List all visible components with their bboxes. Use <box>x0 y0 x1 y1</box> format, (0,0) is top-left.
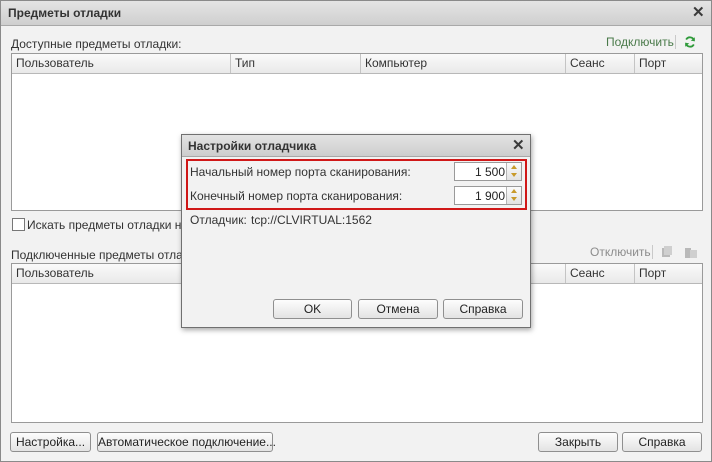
debugger-settings-dialog: Настройки отладчика ✕ Начальный номер по… <box>181 134 531 328</box>
spin-down-icon[interactable] <box>511 173 517 177</box>
help-button[interactable]: Справка <box>622 432 702 452</box>
refresh-icon[interactable] <box>684 36 696 48</box>
column-port[interactable]: Порт <box>635 264 702 283</box>
connected-items-label: Подключенные предметы отладк <box>11 248 196 262</box>
end-port-field[interactable]: 1 900 <box>454 186 522 205</box>
available-items-label: Доступные предметы отладки: <box>11 37 182 51</box>
disconnect-link[interactable]: Отключить <box>590 245 651 259</box>
dialog-titlebar: Настройки отладчика ✕ <box>182 135 530 157</box>
debugger-label: Отладчик: <box>190 213 247 227</box>
dialog-help-button[interactable]: Справка <box>443 299 523 319</box>
spin-up-icon[interactable] <box>511 189 517 193</box>
window-titlebar: Предметы отладки ✕ <box>1 1 711 26</box>
start-port-field[interactable]: 1 500 <box>454 162 522 181</box>
debugger-address: tcp://CLVIRTUAL:1562 <box>251 213 372 227</box>
spin-up-icon[interactable] <box>511 165 517 169</box>
column-session[interactable]: Сеанс <box>566 54 635 73</box>
search-items-checkbox-label: Искать предметы отладки на у <box>27 218 198 232</box>
paste-icon[interactable] <box>685 246 697 258</box>
end-port-value: 1 900 <box>474 189 505 203</box>
column-port[interactable]: Порт <box>635 54 702 73</box>
start-port-value: 1 500 <box>474 165 505 179</box>
settings-button[interactable]: Настройка... <box>10 432 91 452</box>
column-user[interactable]: Пользователь <box>12 54 231 73</box>
available-table-header: Пользователь Тип Компьютер Сеанс Порт <box>12 54 702 74</box>
window-close-icon[interactable]: ✕ <box>692 5 705 20</box>
auto-connect-button[interactable]: Автоматическое подключение... <box>97 432 276 452</box>
end-port-spinner[interactable] <box>506 187 521 204</box>
start-port-label: Начальный номер порта сканирования: <box>190 165 411 179</box>
close-button[interactable]: Закрыть <box>538 432 618 452</box>
copy-icon[interactable] <box>661 246 673 258</box>
spin-down-icon[interactable] <box>511 197 517 201</box>
column-session[interactable]: Сеанс <box>566 264 635 283</box>
toolbar-separator <box>652 245 653 259</box>
end-port-label: Конечный номер порта сканирования: <box>190 189 403 203</box>
column-computer[interactable]: Компьютер <box>361 54 566 73</box>
ok-button[interactable]: OK <box>273 299 352 319</box>
dialog-title: Настройки отладчика <box>188 139 317 153</box>
dialog-close-icon[interactable]: ✕ <box>512 138 525 153</box>
search-items-checkbox[interactable] <box>12 218 25 231</box>
column-type[interactable]: Тип <box>231 54 361 73</box>
connect-link[interactable]: Подключить <box>606 35 674 49</box>
toolbar-separator <box>675 35 676 49</box>
start-port-spinner[interactable] <box>506 163 521 180</box>
cancel-button[interactable]: Отмена <box>358 299 438 319</box>
window-title: Предметы отладки <box>8 6 122 20</box>
